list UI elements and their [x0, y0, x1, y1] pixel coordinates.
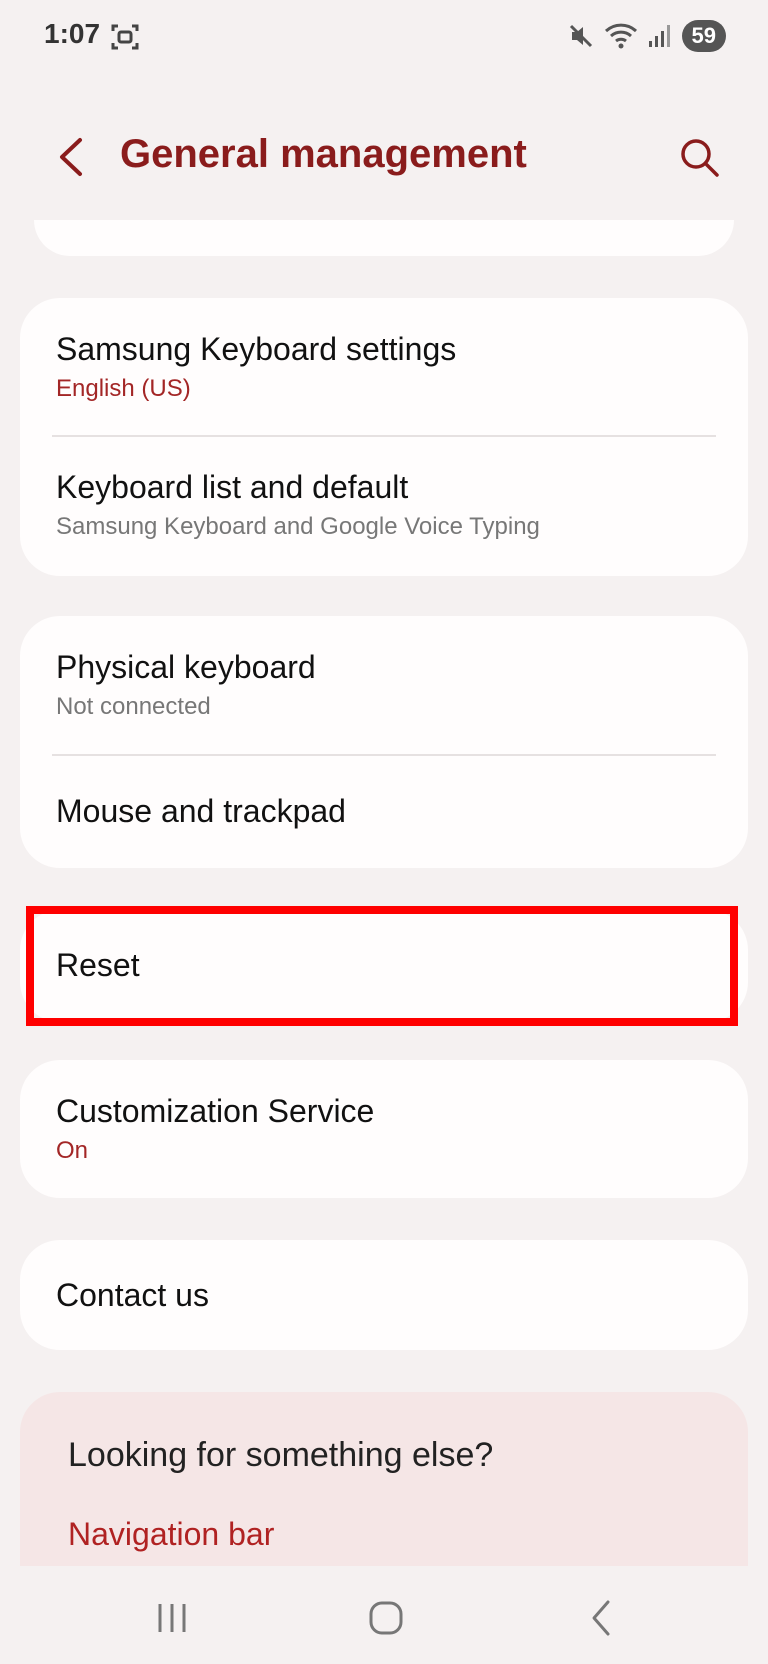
samsung-keyboard-settings-item[interactable]: Samsung Keyboard settings English (US) [56, 330, 712, 404]
battery-indicator: 59 [681, 20, 726, 52]
navigation-bar-link[interactable]: Navigation bar [68, 1516, 274, 1553]
previous-card-edge [34, 220, 734, 256]
item-subtitle: Samsung Keyboard and Google Voice Typing [56, 513, 540, 540]
search-icon[interactable] [678, 136, 720, 178]
item-title: Mouse and trackpad [56, 793, 346, 829]
contact-us-item[interactable]: Contact us [56, 1276, 712, 1314]
customization-service-item[interactable]: Customization Service On [56, 1092, 712, 1166]
status-time: 1:07 [44, 18, 101, 49]
keyboard-list-item[interactable]: Keyboard list and default Samsung Keyboa… [56, 468, 712, 542]
nav-back-icon[interactable] [580, 1596, 624, 1640]
keyboard-settings-card: Samsung Keyboard settings English (US) K… [20, 298, 748, 576]
mouse-trackpad-item[interactable]: Mouse and trackpad [56, 792, 712, 830]
item-subtitle: English (US) [56, 375, 191, 402]
item-title: Customization Service [56, 1093, 375, 1129]
app-bar: General management [0, 100, 768, 210]
page-title: General management [120, 132, 527, 176]
home-icon[interactable] [364, 1596, 408, 1640]
physical-keyboard-item[interactable]: Physical keyboard Not connected [56, 648, 712, 722]
customization-card: Customization Service On [20, 1060, 748, 1198]
mute-icon [569, 24, 592, 48]
status-icons: 59 [568, 18, 726, 54]
contact-card: Contact us [20, 1240, 748, 1350]
recents-icon[interactable] [150, 1596, 194, 1640]
divider [52, 754, 716, 756]
item-title: Physical keyboard [56, 649, 316, 685]
input-devices-card: Physical keyboard Not connected Mouse an… [20, 616, 748, 868]
status-bar: 1:07 59 [0, 0, 768, 72]
system-navigation-bar [0, 1566, 768, 1664]
item-title: Keyboard list and default [56, 469, 409, 505]
item-title: Contact us [56, 1277, 209, 1313]
divider [52, 435, 716, 437]
screenshot-icon [111, 24, 139, 50]
item-subtitle: Not connected [56, 693, 211, 720]
back-arrow-icon[interactable] [52, 134, 92, 180]
suggestions-card: Looking for something else? Navigation b… [20, 1392, 748, 1566]
highlight-box [26, 906, 738, 1026]
item-subtitle: On [56, 1137, 89, 1164]
suggestions-title: Looking for something else? [68, 1436, 494, 1474]
wifi-icon [604, 23, 637, 49]
signal-icon [648, 25, 670, 47]
item-title: Samsung Keyboard settings [56, 331, 457, 367]
